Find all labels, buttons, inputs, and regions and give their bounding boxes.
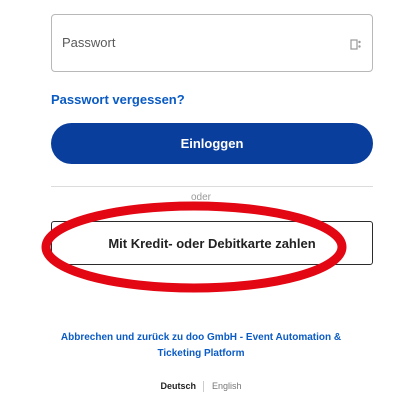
divider-text: oder — [190, 192, 211, 203]
language-separator — [203, 381, 205, 393]
pay-with-card-button[interactable]: Mit Kredit- oder Debitkarte zahlen — [51, 221, 373, 265]
language-switcher: Deutsch English — [0, 381, 402, 393]
cancel-return-link[interactable]: Abbrechen und zurück zu doo GmbH - Event… — [20, 330, 382, 362]
password-placeholder: Passwort — [62, 35, 116, 50]
cancel-link-line2: Ticketing Platform — [157, 348, 245, 359]
login-button[interactable]: Einloggen — [51, 123, 373, 164]
divider-line — [51, 186, 373, 187]
language-english[interactable]: English — [212, 381, 242, 391]
password-toggle-icon[interactable] — [350, 36, 362, 52]
password-field[interactable]: Passwort — [51, 14, 373, 72]
forgot-password-link[interactable]: Passwort vergessen? — [51, 92, 185, 107]
cancel-link-line1: Abbrechen und zurück zu doo GmbH - Event… — [60, 332, 342, 343]
language-german[interactable]: Deutsch — [160, 381, 196, 391]
